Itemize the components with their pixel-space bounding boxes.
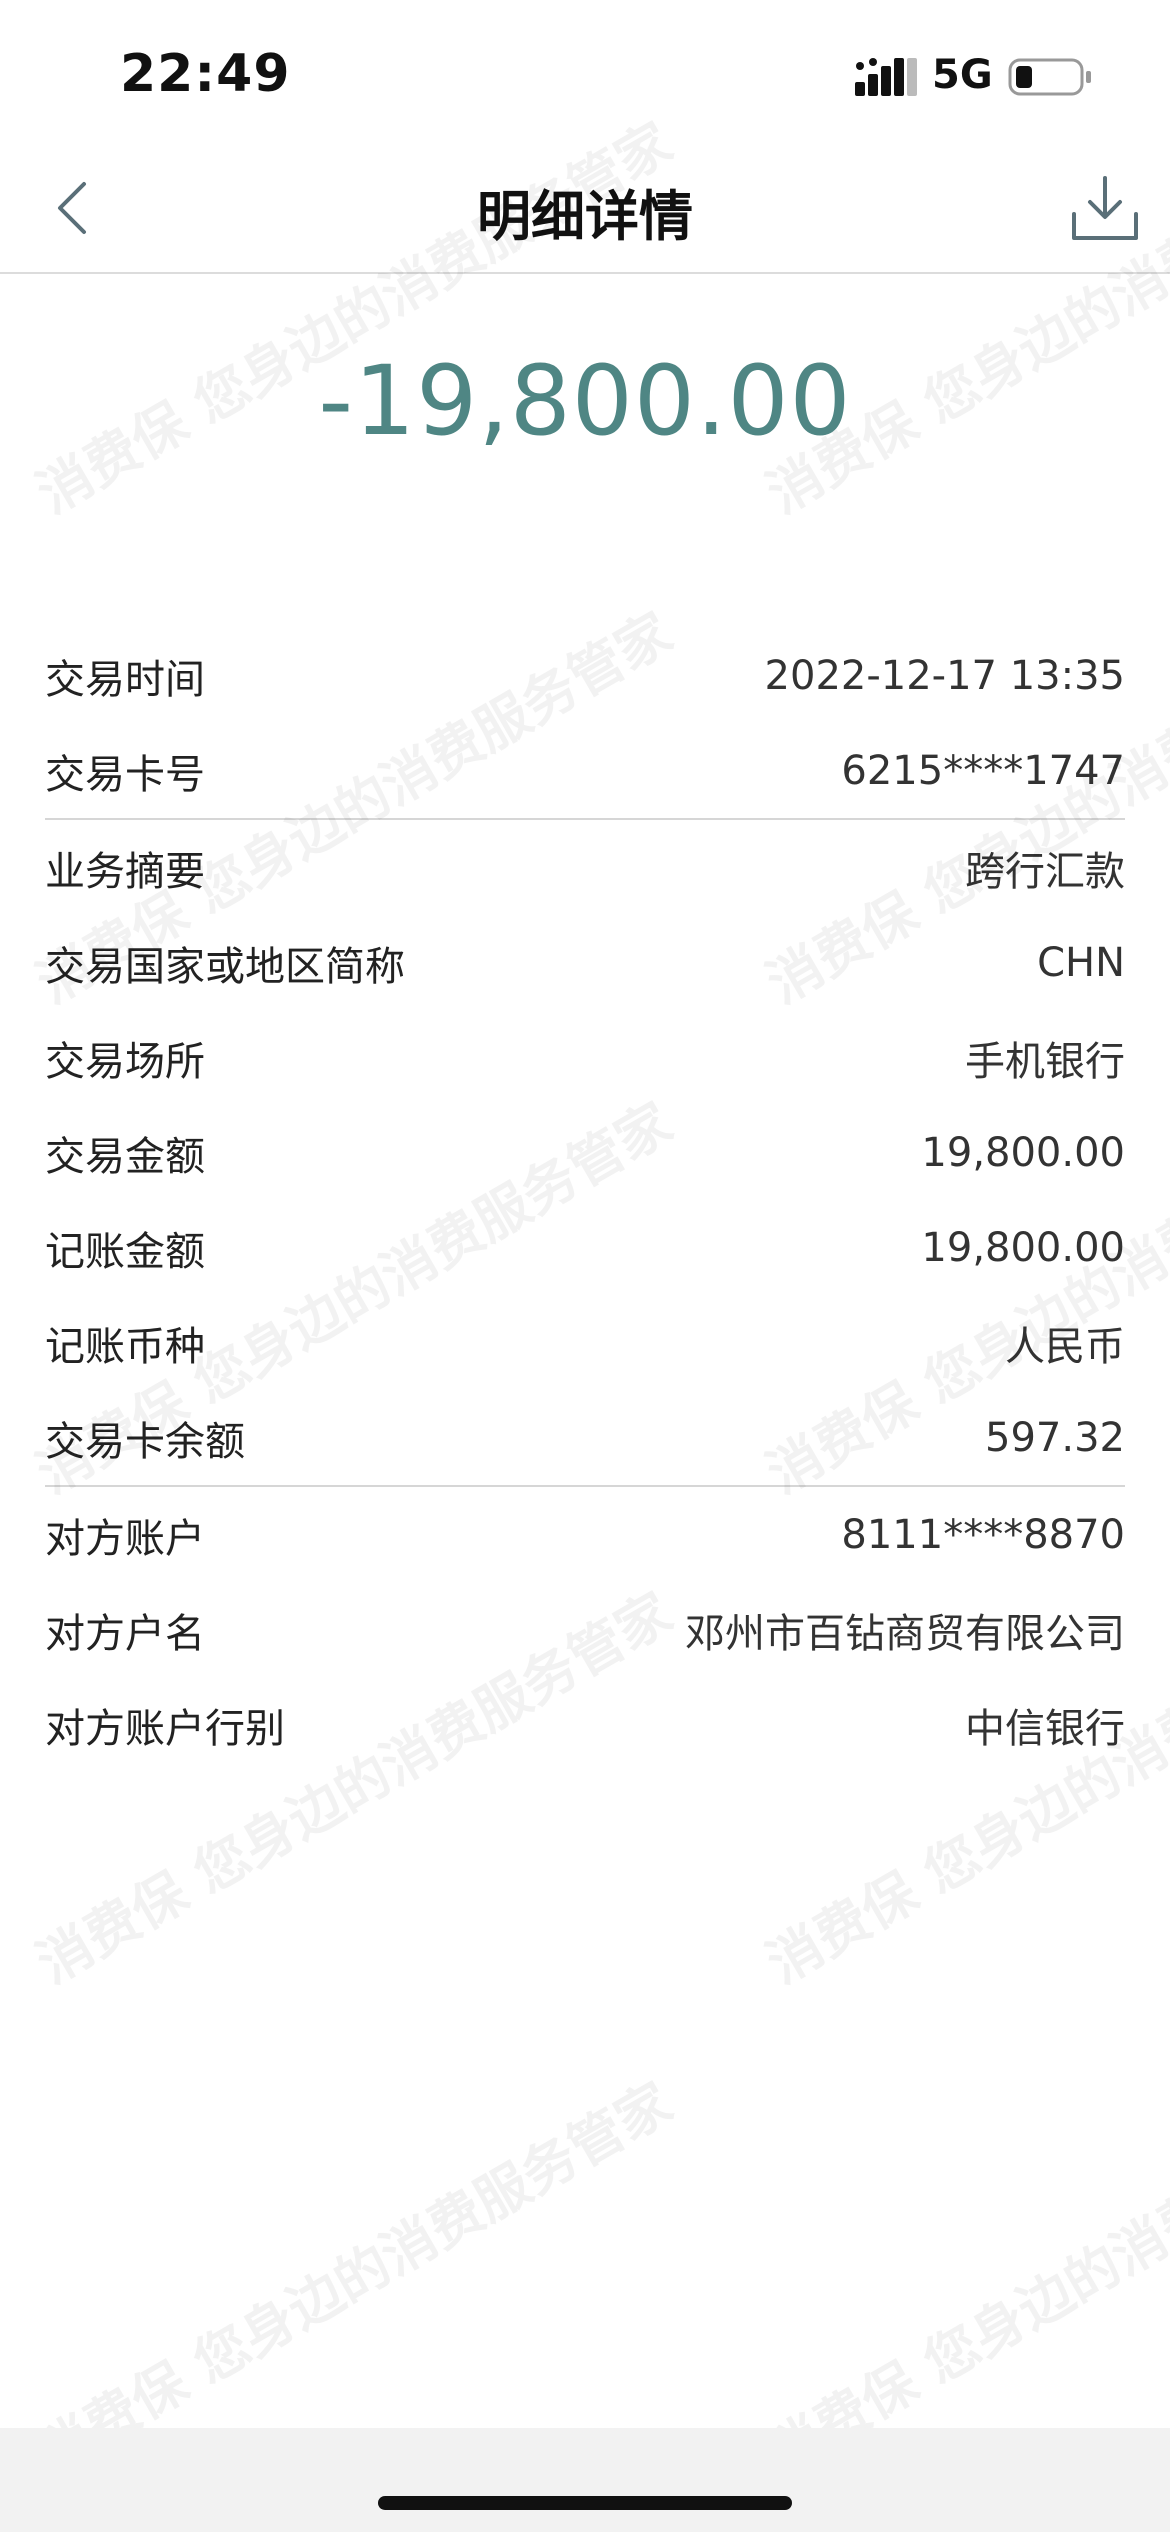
detail-label: 对方账户 [45, 1515, 205, 1562]
page: 22:49 5G 明细详情 -19,800.00 交易时间 2022-12-17… [0, 0, 1170, 2532]
detail-row-counterparty-bank: 对方账户行别 中信银行 [45, 1677, 1125, 1772]
details-list: 交易时间 2022-12-17 13:35 交易卡号 6215****1747 … [45, 628, 1125, 1772]
watermark-text: 消费保 您身边的消费服务管家 [26, 2070, 683, 2486]
detail-row-country: 交易国家或地区简称 CHN [45, 915, 1125, 1010]
status-time: 22:49 [120, 44, 291, 104]
detail-value: 中信银行 [965, 1705, 1125, 1752]
detail-value: 手机银行 [965, 1038, 1125, 1085]
detail-label: 交易时间 [45, 656, 205, 703]
detail-label: 记账金额 [45, 1228, 205, 1275]
nav-bar: 明细详情 [0, 150, 1170, 274]
detail-value: 人民币 [1005, 1323, 1125, 1370]
detail-value: 跨行汇款 [965, 848, 1125, 895]
detail-value: 19,800.00 [921, 1224, 1125, 1271]
bottom-bar [0, 2428, 1170, 2532]
detail-value: 邓州市百钻商贸有限公司 [685, 1610, 1125, 1657]
detail-value: 2022-12-17 13:35 [764, 652, 1125, 699]
detail-row-booked-amount: 记账金额 19,800.00 [45, 1200, 1125, 1295]
download-button[interactable] [1060, 164, 1150, 254]
status-bar: 22:49 5G [0, 0, 1170, 150]
detail-value: CHN [1037, 939, 1125, 986]
detail-label: 交易场所 [45, 1038, 205, 1085]
detail-value: 8111****8870 [841, 1511, 1125, 1558]
detail-row-summary: 业务摘要 跨行汇款 [45, 820, 1125, 915]
page-title: 明细详情 [477, 185, 693, 248]
detail-row-balance: 交易卡余额 597.32 [45, 1390, 1125, 1485]
detail-row-time: 交易时间 2022-12-17 13:35 [45, 628, 1125, 723]
watermark-text: 消费保 您身边的消费服务管家 [756, 2070, 1170, 2486]
detail-value: 6215****1747 [841, 747, 1125, 794]
detail-label: 交易卡余额 [45, 1418, 245, 1465]
detail-row-currency: 记账币种 人民币 [45, 1295, 1125, 1390]
detail-label: 交易国家或地区简称 [45, 943, 405, 990]
detail-label: 对方户名 [45, 1610, 205, 1657]
detail-label: 交易卡号 [45, 751, 205, 798]
home-indicator[interactable] [378, 2496, 792, 2510]
detail-row-trade-amount: 交易金额 19,800.00 [45, 1105, 1125, 1200]
detail-label: 业务摘要 [45, 848, 205, 895]
detail-value: 597.32 [985, 1414, 1125, 1461]
network-type: 5G [932, 52, 993, 98]
download-icon [1072, 176, 1138, 240]
detail-row-counterparty-account: 对方账户 8111****8870 [45, 1487, 1125, 1582]
detail-value: 19,800.00 [921, 1129, 1125, 1176]
transaction-amount: -19,800.00 [318, 345, 852, 457]
detail-row-counterparty-name: 对方户名 邓州市百钻商贸有限公司 [45, 1582, 1125, 1677]
detail-row-card: 交易卡号 6215****1747 [45, 723, 1125, 818]
detail-label: 交易金额 [45, 1133, 205, 1180]
detail-row-venue: 交易场所 手机银行 [45, 1010, 1125, 1105]
signal-icon [855, 58, 917, 96]
battery-icon [1008, 58, 1091, 96]
detail-label: 记账币种 [45, 1323, 205, 1370]
detail-label: 对方账户行别 [45, 1705, 285, 1752]
